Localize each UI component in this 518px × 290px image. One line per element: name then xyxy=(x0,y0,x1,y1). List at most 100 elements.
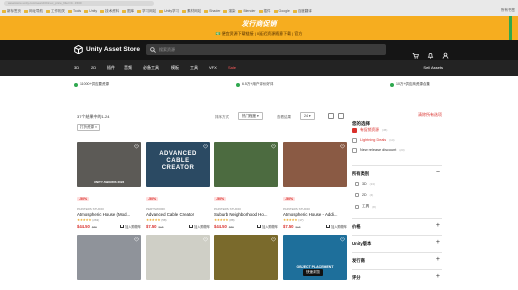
cart-icon[interactable] xyxy=(412,46,419,59)
checkbox[interactable] xyxy=(352,137,357,143)
heart-icon[interactable] xyxy=(271,237,276,242)
filter-option-sale[interactable]: 有促销资源 (45) xyxy=(352,125,442,135)
category-item-2d[interactable]: 2D (4) xyxy=(355,193,373,197)
product-card[interactable]: -50% PAINTERS STUDIO Atmospheric House - A… xyxy=(283,142,347,229)
category-item-3d[interactable]: 3D (13) xyxy=(355,182,375,186)
check-circle-icon xyxy=(74,82,78,87)
bookmark-item[interactable]: 技术资料 xyxy=(100,9,119,14)
active-filter-chip[interactable]: 打折资源 × xyxy=(77,124,101,131)
nav-2d[interactable]: 2D xyxy=(91,65,96,70)
product-title[interactable]: Atmospheric House (Mod... xyxy=(77,212,141,217)
filter-option-new-release[interactable]: New release discount (20) xyxy=(352,145,442,155)
category-item-tools[interactable]: 工具 (8) xyxy=(355,204,376,209)
filter-section-publisher[interactable]: 发行商 + xyxy=(352,252,442,268)
nav-tools[interactable]: 工具 xyxy=(190,65,198,71)
bookmark-item[interactable]: Blender xyxy=(238,9,256,13)
heart-icon[interactable] xyxy=(134,237,139,242)
nav-vfx[interactable]: VFX xyxy=(209,65,217,70)
collapse-icon[interactable]: − xyxy=(436,169,440,176)
expand-icon[interactable]: + xyxy=(436,239,440,246)
bookmark-item[interactable]: 插件 xyxy=(258,9,271,14)
address-bar[interactable]: assetstore.unity.com/search#nf-ec_price_… xyxy=(4,1,154,6)
bookmark-item[interactable]: 网址导航 xyxy=(24,9,43,14)
product-title[interactable]: Advanced Cable Creator xyxy=(146,212,210,217)
product-thumbnail[interactable] xyxy=(214,142,278,187)
sort-select[interactable]: 热门程度 ▾ xyxy=(238,112,263,120)
notification-icon[interactable] xyxy=(427,46,434,59)
bookmark-item[interactable]: Shader xyxy=(204,9,220,13)
product-thumbnail[interactable] xyxy=(283,142,347,187)
product-thumbnail[interactable]: ADVANCED CABLE CREATOR xyxy=(146,142,210,187)
nav-templates[interactable]: 模板 xyxy=(171,65,179,71)
clear-all-filters-link[interactable]: 清除所有选项 xyxy=(418,112,442,118)
promo-banner[interactable]: 发行商促销 💵 便宜资源下载链接 | 0延迟资源随意下载 | 官方 xyxy=(0,16,518,40)
add-to-cart-button[interactable]: 加入购物车 xyxy=(189,224,210,229)
bookmark-item[interactable]: 渲染 xyxy=(223,9,235,14)
nav-audio[interactable]: 音频 xyxy=(124,65,132,71)
filter-option-lightning[interactable]: Lightning Deals (14) xyxy=(352,135,442,145)
expand-icon[interactable]: + xyxy=(436,222,440,229)
bookmark-item[interactable]: 素材网站 xyxy=(182,9,201,14)
heart-icon[interactable] xyxy=(271,144,276,149)
product-card[interactable] xyxy=(146,235,210,280)
quick-view-button[interactable]: 快速浏览 xyxy=(303,269,323,276)
product-thumbnail[interactable]: UNITY AWARDS 2023 xyxy=(77,142,141,187)
filter-section-rating[interactable]: 评分 + xyxy=(352,269,442,285)
filter-section-categories[interactable]: 所有类别 − xyxy=(352,165,442,179)
expand-icon[interactable]: + xyxy=(436,256,440,263)
add-to-cart-button[interactable]: 加入购物车 xyxy=(257,224,278,229)
heart-icon[interactable] xyxy=(203,237,208,242)
product-title[interactable]: Atmospheric House - Addi... xyxy=(283,212,347,217)
product-card[interactable]: UNITY AWARDS 2023 -50% PAINTERS STUDIO Atmo… xyxy=(77,142,141,229)
bookmark-item[interactable]: Tools xyxy=(68,9,81,13)
checkbox[interactable] xyxy=(352,147,357,153)
add-to-cart-button[interactable]: 加入购物车 xyxy=(326,224,347,229)
logo[interactable]: Unity Asset Store xyxy=(74,45,140,54)
checkbox[interactable] xyxy=(355,193,359,197)
product-thumbnail[interactable] xyxy=(146,235,210,280)
product-card[interactable]: OBJECT PLACEMENT 快速浏览 xyxy=(283,235,347,280)
checkbox-checked[interactable] xyxy=(352,127,357,133)
add-to-cart-button[interactable]: 加入购物车 xyxy=(120,224,141,229)
bookmark-item[interactable]: Unity xyxy=(84,9,97,13)
heart-icon[interactable] xyxy=(203,144,208,149)
heart-icon[interactable] xyxy=(134,144,139,149)
bookmark-item[interactable]: 图库 xyxy=(122,9,134,14)
grid-view-icon[interactable] xyxy=(328,113,334,119)
bookmark-item[interactable]: 学习网站 xyxy=(137,9,156,14)
product-publisher[interactable]: PAINTERS STUDIO xyxy=(214,207,278,211)
user-avatar-icon[interactable] xyxy=(442,46,449,59)
product-card[interactable] xyxy=(77,235,141,280)
product-thumbnail[interactable] xyxy=(214,235,278,280)
sell-assets-link[interactable]: Sell Assets xyxy=(423,65,443,70)
bookmark-item[interactable]: 百度翻译 xyxy=(292,9,312,14)
product-card[interactable]: ADVANCED CABLE CREATOR -50% PERTSWORK Advan… xyxy=(146,142,210,229)
filter-section-unity-version[interactable]: Unity版本 + xyxy=(352,235,442,251)
all-bookmarks-link[interactable]: 所有书签 xyxy=(501,8,515,13)
bookmark-item[interactable]: Google xyxy=(273,9,290,13)
search-input[interactable]: 搜索资源 xyxy=(146,44,386,55)
expand-icon[interactable]: + xyxy=(436,273,440,280)
heart-icon[interactable] xyxy=(340,237,345,242)
bookmark-item[interactable]: 工作相关 xyxy=(46,9,65,14)
filter-section-price[interactable]: 价格 + xyxy=(352,218,442,234)
product-card[interactable] xyxy=(214,235,278,280)
nav-plugins[interactable]: 插件 xyxy=(107,65,115,71)
product-title[interactable]: Suburb Neighborhood Ho... xyxy=(214,212,278,217)
nav-essentials[interactable]: 必备工具 xyxy=(143,65,159,71)
product-publisher[interactable]: PAINTERS STUDIO xyxy=(77,207,141,211)
nav-3d[interactable]: 3D xyxy=(74,65,79,70)
nav-sale[interactable]: Sale xyxy=(228,65,236,70)
product-publisher[interactable]: PERTSWORK xyxy=(146,207,210,211)
list-view-icon[interactable] xyxy=(338,113,344,119)
bookmark-item[interactable]: Unity学习 xyxy=(159,9,179,14)
heart-icon[interactable] xyxy=(340,144,345,149)
checkbox[interactable] xyxy=(355,204,359,209)
bookmark-item[interactable]: 新标签页 xyxy=(2,9,21,14)
product-thumbnail[interactable]: OBJECT PLACEMENT 快速浏览 xyxy=(283,235,347,280)
product-publisher[interactable]: PAINTERS STUDIO xyxy=(283,207,347,211)
per-page-select[interactable]: 24 ▾ xyxy=(300,112,315,120)
product-thumbnail[interactable] xyxy=(77,235,141,280)
product-card[interactable]: -50% PAINTERS STUDIO Suburb Neighborhood H… xyxy=(214,142,278,229)
checkbox[interactable] xyxy=(355,182,359,186)
